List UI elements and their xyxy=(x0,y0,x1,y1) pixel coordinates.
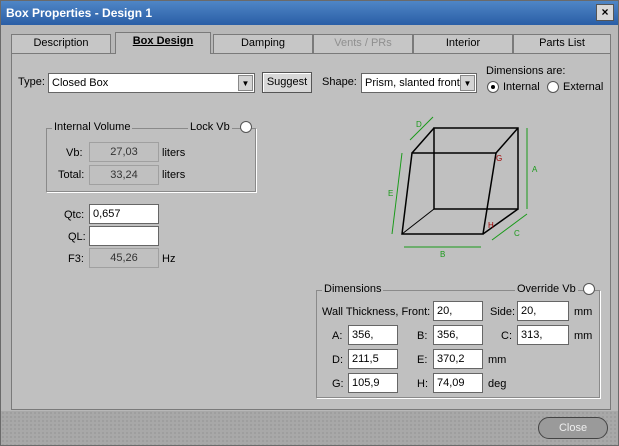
tab-vents-prs: Vents / PRs xyxy=(313,34,413,53)
b-label: B: xyxy=(417,330,428,342)
chevron-down-icon[interactable]: ▼ xyxy=(460,75,475,91)
c-field[interactable]: 313, xyxy=(517,325,569,345)
window-title: Box Properties - Design 1 xyxy=(6,6,153,20)
ql-label: QL: xyxy=(68,231,86,243)
qtc-field[interactable]: 0,657 xyxy=(89,204,159,224)
chevron-down-icon[interactable]: ▼ xyxy=(238,75,253,91)
side-unit: mm xyxy=(574,306,593,318)
ql-field[interactable] xyxy=(89,226,159,246)
shape-label: Shape: xyxy=(322,76,357,88)
dimensions-title: Dimensions xyxy=(322,283,384,295)
footer-bar: Close xyxy=(1,411,618,445)
override-vb-radio[interactable] xyxy=(583,283,595,295)
external-label: External xyxy=(563,81,604,93)
dimensions-are-label: Dimensions are: xyxy=(486,65,566,77)
a-field[interactable]: 356, xyxy=(348,325,398,345)
type-value: Closed Box xyxy=(52,77,109,89)
g-label: G: xyxy=(332,378,344,390)
override-vb-label: Override Vb xyxy=(515,283,578,295)
tab-damping[interactable]: Damping xyxy=(213,34,313,53)
label-b: B xyxy=(440,250,445,259)
h-field[interactable]: 74,09 xyxy=(433,373,483,393)
internal-label: Internal xyxy=(503,81,540,93)
vb-unit: liters xyxy=(162,147,186,159)
internal-volume-title: Internal Volume xyxy=(52,121,133,133)
wall-thickness-label: Wall Thickness, Front: xyxy=(322,306,431,318)
tab-parts-list[interactable]: Parts List xyxy=(513,34,611,53)
f3-field: 45,26 xyxy=(89,248,159,268)
label-h: H xyxy=(488,221,494,230)
qtc-label: Qtc: xyxy=(64,209,85,221)
shape-select[interactable]: Prism, slanted front ▼ xyxy=(361,73,477,93)
side-label: Side: xyxy=(490,306,516,318)
h-unit: deg xyxy=(488,378,507,390)
label-e: E xyxy=(388,189,393,198)
c-label: C: xyxy=(501,330,512,342)
label-d: D xyxy=(416,120,422,129)
c-unit: mm xyxy=(574,330,593,342)
e-label: E: xyxy=(417,354,428,366)
total-label: Total: xyxy=(58,169,85,181)
h-label: H: xyxy=(417,378,428,390)
label-c: C xyxy=(514,229,520,238)
b-field[interactable]: 356, xyxy=(433,325,483,345)
label-g: G xyxy=(496,154,502,163)
tab-description[interactable]: Description xyxy=(11,34,111,53)
close-button[interactable]: Close xyxy=(538,417,608,439)
type-label: Type: xyxy=(18,76,45,88)
side-field[interactable]: 20, xyxy=(517,301,569,321)
box-properties-window: Box Properties - Design 1 × Description … xyxy=(0,0,619,446)
label-a: A xyxy=(532,165,538,174)
f3-label: F3: xyxy=(68,253,84,265)
type-select[interactable]: Closed Box ▼ xyxy=(48,73,255,93)
vb-label: Vb: xyxy=(66,147,83,159)
e-unit: mm xyxy=(488,354,507,366)
box-design-panel: Type: Closed Box ▼ Suggest Shape: Prism,… xyxy=(11,53,611,410)
suggest-button[interactable]: Suggest xyxy=(262,72,312,93)
close-window-icon[interactable]: × xyxy=(596,4,614,21)
front-field[interactable]: 20, xyxy=(433,301,483,321)
tab-strip: Description Box Design Damping Vents / P… xyxy=(11,32,611,54)
tab-box-design[interactable]: Box Design xyxy=(115,32,211,54)
a-label: A: xyxy=(332,330,343,342)
box-shape-diagram: D A E G H C B xyxy=(388,116,538,259)
external-radio[interactable] xyxy=(547,81,559,93)
tab-interior[interactable]: Interior xyxy=(413,34,513,53)
vb-field: 27,03 xyxy=(89,142,159,162)
g-field[interactable]: 105,9 xyxy=(348,373,398,393)
total-field: 33,24 xyxy=(89,165,159,185)
internal-radio[interactable] xyxy=(487,81,499,93)
d-label: D: xyxy=(332,354,343,366)
lock-vb-label: Lock Vb xyxy=(188,121,232,133)
lock-vb-radio[interactable] xyxy=(240,121,252,133)
f3-unit: Hz xyxy=(162,253,176,265)
title-bar: Box Properties - Design 1 × xyxy=(1,1,618,25)
total-unit: liters xyxy=(162,169,186,181)
e-field[interactable]: 370,2 xyxy=(433,349,483,369)
shape-value: Prism, slanted front xyxy=(365,77,460,89)
d-field[interactable]: 211,5 xyxy=(348,349,398,369)
